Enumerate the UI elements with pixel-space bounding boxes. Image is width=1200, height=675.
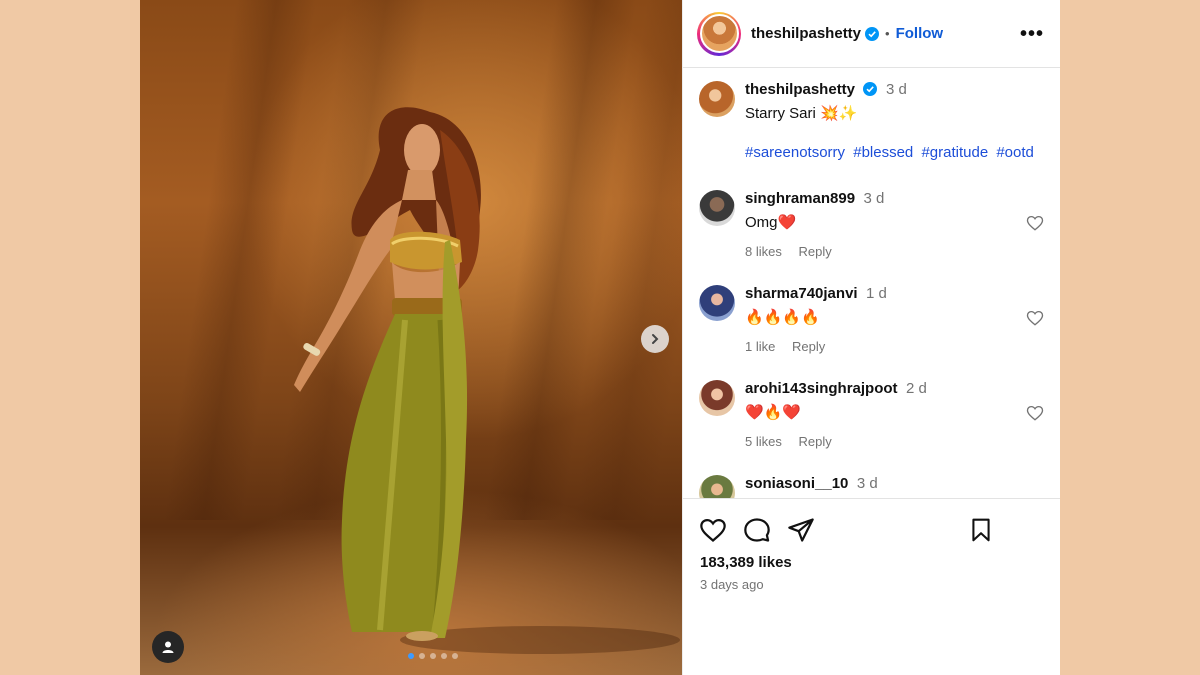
- heart-icon[interactable]: [1026, 404, 1044, 422]
- comment-text: Omg❤️: [745, 214, 797, 231]
- separator-dot: •: [885, 26, 890, 41]
- share-paper-plane-icon[interactable]: [787, 516, 815, 544]
- post-photo: [140, 0, 682, 675]
- comment-likes[interactable]: 5 likes: [745, 434, 782, 449]
- like-heart-icon[interactable]: [699, 516, 727, 544]
- hashtag-link[interactable]: #sareenotsorry: [745, 144, 845, 161]
- comment-text: ❤️🔥❤️: [745, 404, 802, 421]
- author-avatar[interactable]: [697, 11, 741, 56]
- comment-item: sharma740janvi 1 d 🔥🔥🔥🔥 1 like Reply: [683, 285, 1060, 380]
- author-avatar-small[interactable]: [699, 81, 735, 117]
- post-actions-bar: [699, 514, 1044, 546]
- comment-username[interactable]: soniasoni__10: [745, 475, 848, 492]
- instagram-post: theshilpashetty • Follow ••• theshilpash…: [140, 0, 1060, 675]
- post-header: theshilpashetty • Follow •••: [683, 0, 1060, 68]
- comment-bubble-icon[interactable]: [743, 516, 771, 544]
- carousel-dot: [408, 653, 414, 659]
- carousel-indicator: [140, 653, 682, 659]
- commenter-avatar[interactable]: [699, 190, 735, 226]
- person-icon: [162, 641, 174, 653]
- verified-badge-icon: [865, 26, 880, 41]
- carousel-dot: [419, 653, 425, 659]
- follow-button[interactable]: Follow: [896, 25, 944, 42]
- verified-badge-icon: [863, 82, 878, 96]
- comment-username[interactable]: sharma740janvi: [745, 285, 858, 302]
- hashtag-list: #sareenotsorry #blessed #gratitude #ootd: [745, 144, 1044, 161]
- comment-username[interactable]: arohi143singhrajpoot: [745, 380, 898, 397]
- comment-time: 1 d: [866, 285, 887, 302]
- heart-icon[interactable]: [1026, 309, 1044, 327]
- next-slide-button[interactable]: [641, 325, 669, 353]
- bookmark-icon[interactable]: [968, 516, 994, 544]
- caption-time: 3 d: [885, 81, 907, 98]
- chevron-right-icon: [652, 334, 659, 344]
- carousel-dot: [430, 653, 436, 659]
- post-caption: theshilpashetty 3 d Starry Sari 💥✨ #sare…: [683, 69, 1060, 190]
- more-options-button[interactable]: •••: [1020, 24, 1044, 44]
- caption-username[interactable]: theshilpashetty: [745, 81, 855, 98]
- hashtag-link[interactable]: #gratitude: [921, 144, 988, 161]
- hashtag-link[interactable]: #blessed: [853, 144, 913, 161]
- woman-in-sari-image: [294, 107, 680, 654]
- commenter-avatar[interactable]: [699, 475, 735, 498]
- comment-likes[interactable]: 8 likes: [745, 244, 782, 259]
- comment-username[interactable]: singhraman899: [745, 190, 855, 207]
- heart-icon[interactable]: [1026, 214, 1044, 232]
- carousel-dot: [441, 653, 447, 659]
- reply-button[interactable]: Reply: [792, 339, 825, 354]
- comment-likes[interactable]: 1 like: [745, 339, 775, 354]
- comment-item: singhraman899 3 d Omg❤️ 8 likes Reply: [683, 190, 1060, 285]
- reply-button[interactable]: Reply: [798, 434, 831, 449]
- comment-item: soniasoni__10 3 d: [683, 475, 1060, 498]
- hashtag-link[interactable]: #ootd: [996, 144, 1034, 161]
- comments-section[interactable]: theshilpashetty 3 d Starry Sari 💥✨ #sare…: [683, 69, 1060, 499]
- author-username[interactable]: theshilpashetty: [751, 25, 861, 42]
- comment-time: 3 d: [856, 475, 878, 492]
- caption-text: Starry Sari 💥✨: [745, 105, 858, 122]
- like-count[interactable]: 183,389 likes: [700, 554, 792, 571]
- reply-button[interactable]: Reply: [798, 244, 831, 259]
- comment-time: 3 d: [863, 190, 885, 207]
- comment-text: 🔥🔥🔥🔥: [745, 309, 820, 326]
- comment-item: arohi143singhrajpoot 2 d ❤️🔥❤️ 5 likes R…: [683, 380, 1060, 475]
- commenter-avatar[interactable]: [699, 380, 735, 416]
- post-timestamp: 3 days ago: [700, 577, 764, 592]
- comment-time: 2 d: [905, 380, 927, 397]
- carousel-dot: [452, 653, 458, 659]
- commenter-avatar[interactable]: [699, 285, 735, 321]
- post-details-panel: theshilpashetty • Follow ••• theshilpash…: [682, 0, 1060, 675]
